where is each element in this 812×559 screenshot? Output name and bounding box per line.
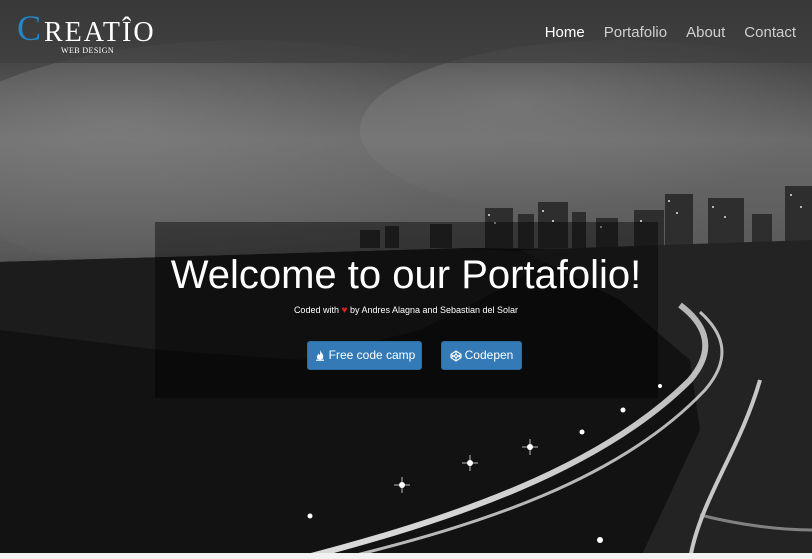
heart-icon: ♥ bbox=[341, 305, 348, 316]
nav-item-home[interactable]: Home bbox=[545, 24, 585, 42]
fire-icon bbox=[314, 350, 326, 362]
free-code-camp-button[interactable]: Free code camp bbox=[307, 341, 422, 370]
brand-logo[interactable]: C REATÎO WEB DESIGN bbox=[17, 10, 167, 58]
brand-tagline: WEB DESIGN bbox=[61, 46, 115, 55]
hero-credit: Coded with ♥ by Andres Alagna and Sebast… bbox=[0, 304, 812, 317]
credit-suffix: by Andres Alagna and Sebastian del Solar bbox=[349, 305, 519, 315]
brand-name: REATÎO bbox=[44, 17, 156, 48]
free-code-camp-label: Free code camp bbox=[328, 348, 416, 362]
codepen-icon bbox=[450, 349, 462, 362]
page-bottom-edge bbox=[0, 553, 812, 559]
hero-title: Welcome to our Portafolio! bbox=[170, 253, 642, 297]
credit-prefix: Coded with bbox=[293, 305, 339, 315]
codepen-label: Codepen bbox=[464, 348, 514, 362]
codepen-button[interactable]: Codepen bbox=[441, 341, 522, 370]
nav-item-about[interactable]: About bbox=[686, 24, 725, 42]
nav-item-contact[interactable]: Contact bbox=[744, 24, 796, 42]
top-navbar: C REATÎO WEB DESIGN Home Portafolio Abou… bbox=[0, 0, 812, 63]
nav-item-portafolio[interactable]: Portafolio bbox=[604, 24, 667, 42]
main-nav: Home Portafolio About Contact bbox=[545, 24, 796, 42]
brand-initial: C bbox=[17, 8, 42, 48]
